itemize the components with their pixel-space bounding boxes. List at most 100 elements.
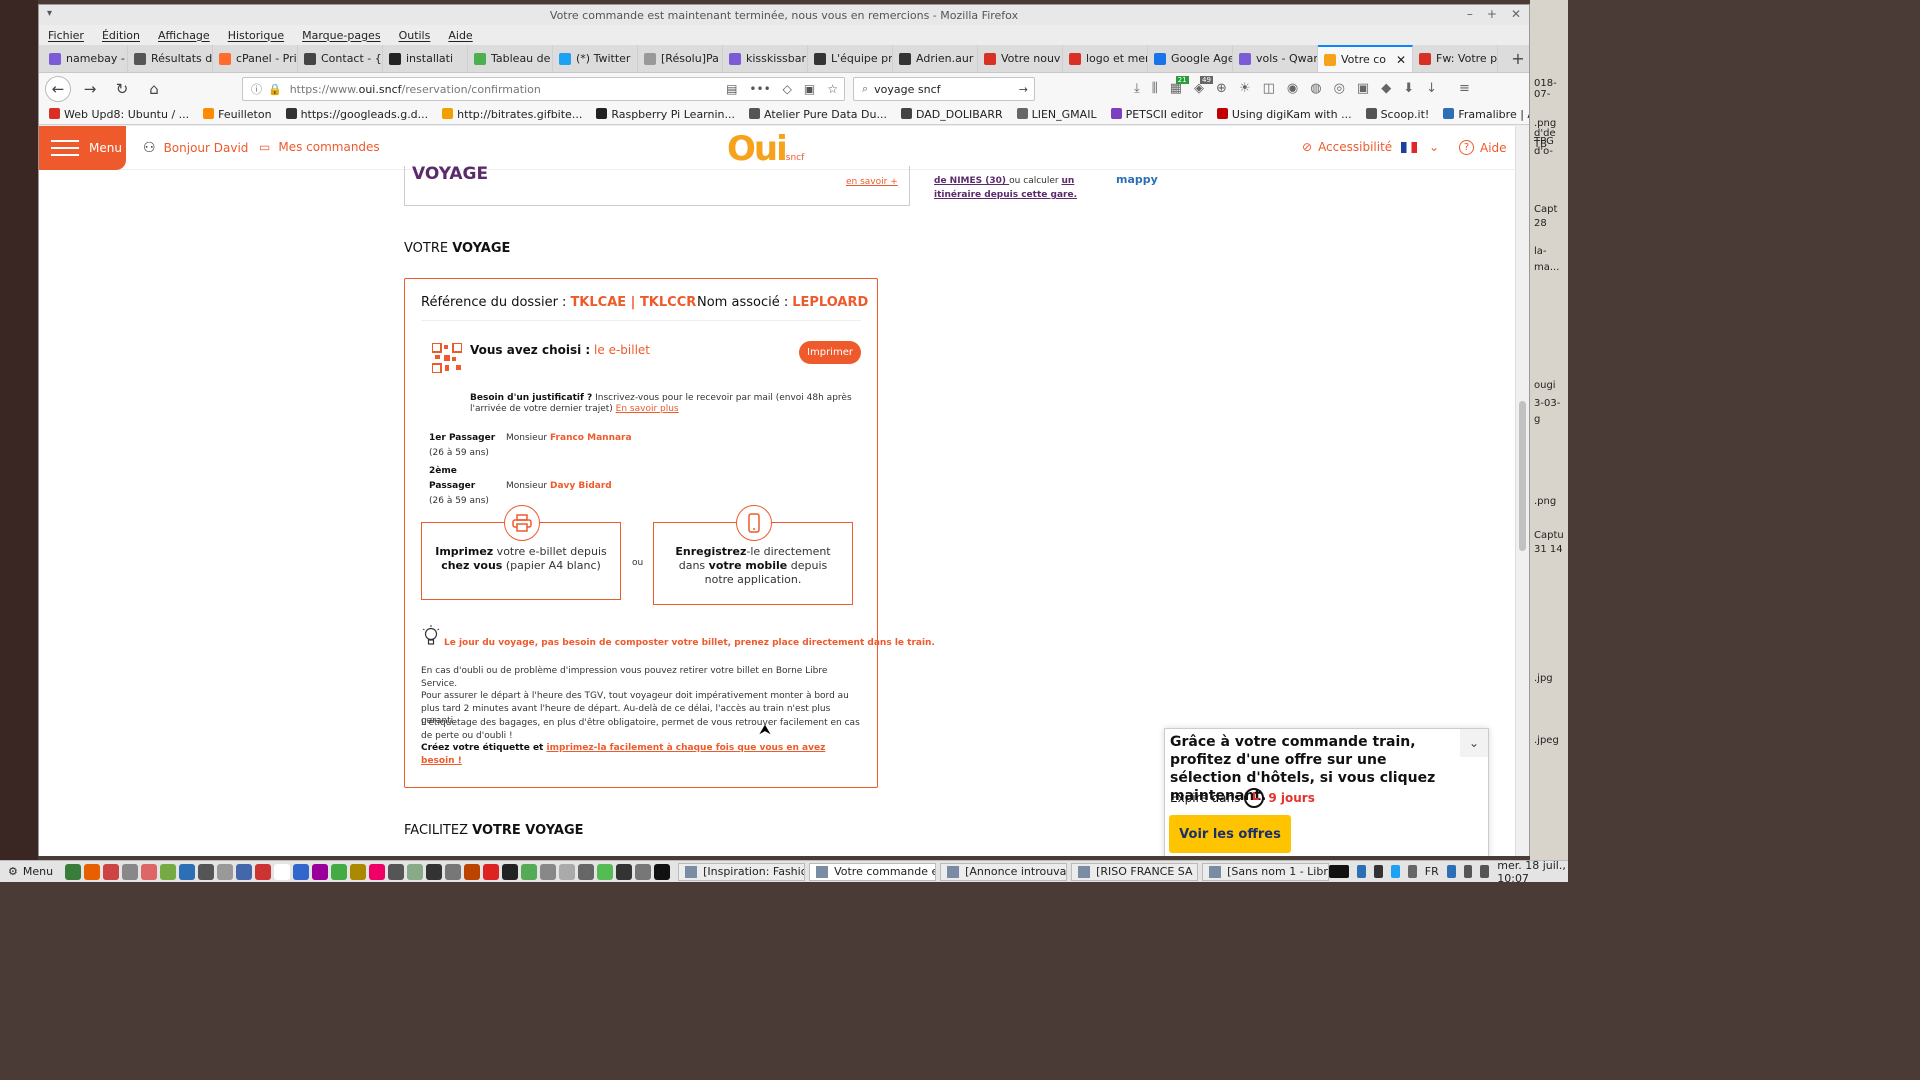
bookmark-item[interactable]: http://bitrates.gifbite... bbox=[442, 108, 582, 121]
download-arrow-icon-2[interactable]: ↓ bbox=[1426, 81, 1437, 96]
window-menu-icon[interactable]: ▾ bbox=[47, 8, 52, 19]
site-menu-button[interactable]: Menu bbox=[39, 126, 126, 170]
app-launcher-icon[interactable] bbox=[331, 863, 348, 880]
account-link[interactable]: ⚇ Bonjour David bbox=[143, 140, 248, 156]
app-launcher-icon[interactable] bbox=[559, 863, 576, 880]
language-selector[interactable]: ⌄ bbox=[1401, 140, 1439, 154]
info-icon[interactable]: ⓘ bbox=[251, 81, 262, 97]
menu-aide[interactable]: Aide bbox=[448, 29, 472, 42]
tab-1[interactable]: Résultats d bbox=[128, 45, 213, 72]
tab-8[interactable]: kisskissbar bbox=[723, 45, 808, 72]
app-launcher-icon[interactable] bbox=[578, 863, 595, 880]
app-launcher-icon[interactable] bbox=[103, 863, 120, 880]
desktop-file-label[interactable]: 31 14 bbox=[1534, 544, 1564, 555]
page-actions-icon[interactable]: ••• bbox=[749, 82, 770, 96]
app-launcher-icon[interactable] bbox=[274, 863, 291, 880]
tray-icon[interactable] bbox=[1407, 865, 1417, 878]
collapse-chevron-icon[interactable]: ⌄ bbox=[1460, 729, 1488, 757]
app-launcher-icon[interactable] bbox=[84, 863, 101, 880]
app-launcher-icon[interactable] bbox=[540, 863, 557, 880]
new-tab-button[interactable]: + bbox=[1507, 45, 1529, 72]
bookmark-item[interactable]: Framalibre | Annuair... bbox=[1443, 108, 1529, 121]
download-arrow-icon[interactable]: ⬇ bbox=[1403, 81, 1414, 96]
desktop-file-label[interactable]: 3-03- bbox=[1534, 398, 1564, 409]
app-launcher-icon[interactable] bbox=[217, 863, 234, 880]
app-launcher-icon[interactable] bbox=[635, 863, 652, 880]
desktop-file-label[interactable]: .png bbox=[1534, 496, 1564, 507]
app-launcher-icon[interactable] bbox=[616, 863, 633, 880]
menu-edition[interactable]: Édition bbox=[102, 29, 140, 42]
help-link[interactable]: ? Aide bbox=[1459, 140, 1507, 155]
maximize-icon[interactable]: + bbox=[1487, 7, 1497, 21]
tray-icon[interactable] bbox=[1329, 865, 1350, 878]
search-input[interactable]: voyage sncf bbox=[874, 83, 940, 96]
desktop-file-label[interactable]: d'o- bbox=[1534, 146, 1564, 157]
tab-7[interactable]: [Résolu]Pa bbox=[638, 45, 723, 72]
app-launcher-icon[interactable] bbox=[198, 863, 215, 880]
app-launcher-icon[interactable] bbox=[160, 863, 177, 880]
app-launcher-icon[interactable] bbox=[597, 863, 614, 880]
search-go-icon[interactable]: → bbox=[1019, 83, 1034, 96]
orders-link[interactable]: ▭ Mes commandes bbox=[259, 140, 380, 154]
extension-icon-3[interactable]: ◍ bbox=[1310, 81, 1321, 96]
menu-affichage[interactable]: Affichage bbox=[158, 29, 210, 42]
app-launcher-icon[interactable] bbox=[141, 863, 158, 880]
app-launcher-icon[interactable] bbox=[388, 863, 405, 880]
system-clock[interactable]: mer. 18 juil., 10:07 bbox=[1497, 859, 1568, 885]
bookmark-item[interactable]: DAD_DOLIBARR bbox=[900, 108, 1003, 121]
taskbar-window[interactable]: [Annonce introuva... bbox=[940, 862, 1068, 881]
app-launcher-icon[interactable] bbox=[312, 863, 329, 880]
network-icon[interactable] bbox=[1463, 865, 1473, 878]
tab-12[interactable]: logo et mer bbox=[1063, 45, 1148, 72]
app-launcher-icon[interactable] bbox=[426, 863, 443, 880]
tab-15[interactable]: Votre co ✕ bbox=[1318, 45, 1413, 72]
desktop-file-label[interactable]: Capt bbox=[1534, 204, 1564, 215]
desktop-file-label[interactable]: la- bbox=[1534, 246, 1564, 257]
app-launcher-icon[interactable] bbox=[293, 863, 310, 880]
bookmark-item[interactable]: LIEN_GMAIL bbox=[1016, 108, 1097, 121]
app-launcher-icon[interactable] bbox=[483, 863, 500, 880]
desktop-file-label[interactable]: ougi bbox=[1534, 380, 1564, 391]
receipt-learn-more-link[interactable]: En savoir plus bbox=[616, 404, 679, 414]
app-launcher-icon[interactable] bbox=[65, 863, 82, 880]
app-launcher-icon[interactable] bbox=[369, 863, 386, 880]
tab-11[interactable]: Votre nouv bbox=[978, 45, 1063, 72]
desktop-file-label[interactable]: .jpg bbox=[1534, 673, 1564, 684]
menu-fichier[interactable]: Fichier bbox=[48, 29, 84, 42]
sidebar-icon[interactable]: ◫ bbox=[1263, 81, 1275, 96]
tab-2[interactable]: cPanel - Princip bbox=[213, 45, 298, 72]
app-launcher-icon[interactable] bbox=[236, 863, 253, 880]
bookmark-item[interactable]: Using digiKam with ... bbox=[1216, 108, 1352, 121]
desktop-file-label[interactable]: Captu bbox=[1534, 530, 1564, 541]
url-bar[interactable]: ⓘ 🔒 https://www. oui.sncf/reservation/con… bbox=[242, 77, 845, 101]
menu-marque-pages[interactable]: Marque-pages bbox=[302, 29, 380, 42]
taskbar-window[interactable]: [Inspiration: Fashio... bbox=[678, 862, 806, 881]
desktop-file-label[interactable]: 28 bbox=[1534, 218, 1564, 229]
extension-icon-2[interactable]: ◉ bbox=[1287, 81, 1298, 96]
forward-button[interactable]: → bbox=[77, 76, 103, 102]
learn-more-link[interactable]: en savoir + bbox=[846, 177, 898, 187]
reload-button[interactable]: ↻ bbox=[109, 76, 135, 102]
hamburger-menu-icon[interactable]: ≡ bbox=[1459, 81, 1470, 96]
close-tab-icon[interactable]: ✕ bbox=[1392, 53, 1406, 67]
ublock-icon[interactable]: ◈ 49 bbox=[1194, 76, 1213, 96]
save-page-icon[interactable]: ▣ bbox=[1357, 81, 1369, 96]
extension-icon-4[interactable]: ◎ bbox=[1334, 81, 1345, 96]
mobile-option[interactable]: Enregistrez-le directement dans votre mo… bbox=[653, 505, 853, 605]
tab-9[interactable]: L'équipe pr bbox=[808, 45, 893, 72]
crosshair-icon[interactable]: ⊕ bbox=[1216, 81, 1227, 96]
bookmark-item[interactable]: Scoop.it! bbox=[1365, 108, 1429, 121]
pocket-icon[interactable]: ◇ bbox=[783, 82, 792, 96]
tab-14[interactable]: vols - Qwar bbox=[1233, 45, 1318, 72]
tab-16[interactable]: Fw: Votre p bbox=[1413, 45, 1498, 72]
tab-0[interactable]: namebay - bbox=[43, 45, 128, 72]
library-icon[interactable]: ⫼ bbox=[1152, 81, 1158, 96]
app-launcher-icon[interactable] bbox=[407, 863, 424, 880]
tab-4[interactable]: installati bbox=[383, 45, 468, 72]
scrollbar-thumb[interactable] bbox=[1519, 401, 1526, 551]
desktop-file-label[interactable]: g bbox=[1534, 414, 1564, 425]
app-launcher-icon[interactable] bbox=[179, 863, 196, 880]
tab-5[interactable]: Tableau de bbox=[468, 45, 553, 72]
search-bar[interactable]: ⌕ voyage sncf → bbox=[853, 77, 1035, 101]
print-button[interactable]: Imprimer bbox=[799, 341, 861, 364]
